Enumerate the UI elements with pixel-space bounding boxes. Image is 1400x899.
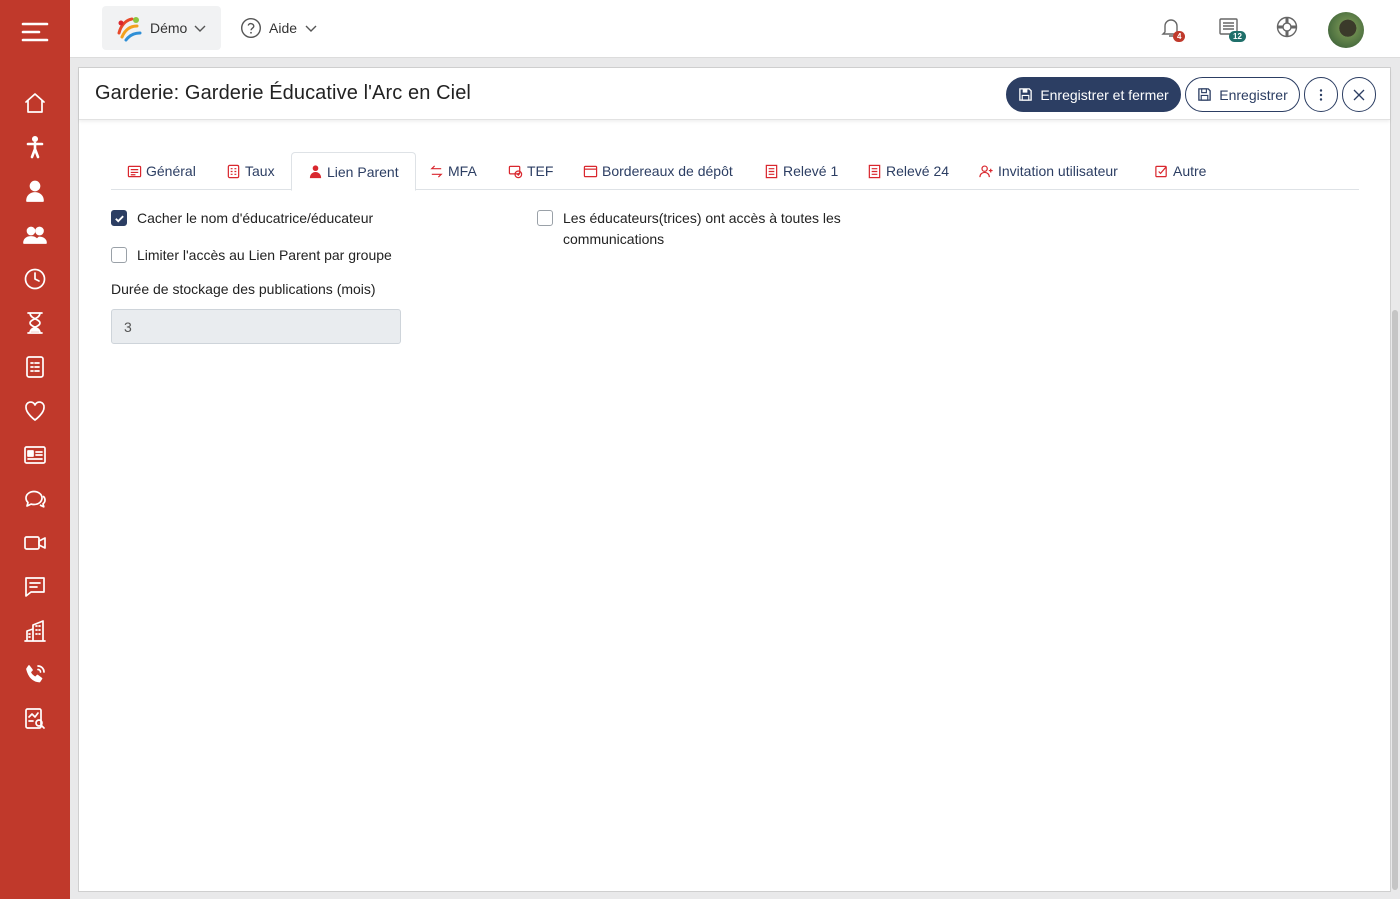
id-card-icon[interactable] bbox=[21, 441, 49, 469]
tab-mfa[interactable]: MFA bbox=[413, 152, 493, 190]
video-icon[interactable] bbox=[21, 529, 49, 557]
list-icon bbox=[765, 164, 778, 178]
child-icon[interactable] bbox=[21, 133, 49, 161]
notifications-badge: 4 bbox=[1173, 31, 1186, 42]
hide-educator-name-label: Cacher le nom d'éducatrice/éducateur bbox=[137, 210, 374, 226]
analytics-icon[interactable] bbox=[21, 705, 49, 733]
top-bar: Démo Aide 4 12 bbox=[70, 0, 1400, 58]
educators-access-label-line2: communications bbox=[563, 231, 665, 247]
hide-educator-name-option[interactable]: Cacher le nom d'éducatrice/éducateur bbox=[111, 208, 373, 229]
report-icon[interactable] bbox=[21, 353, 49, 381]
tab-other[interactable]: Autre bbox=[1138, 152, 1222, 190]
educators-access-label-line1: Les éducateurs(trices) ont accès à toute… bbox=[563, 210, 841, 226]
window-icon bbox=[583, 165, 598, 177]
more-options-button[interactable] bbox=[1304, 77, 1338, 112]
help-dropdown[interactable]: Aide bbox=[240, 6, 318, 50]
lifebuoy-icon bbox=[1276, 16, 1298, 38]
organization-name: Démo bbox=[150, 20, 188, 36]
user-plus-icon bbox=[979, 164, 993, 177]
swap-icon bbox=[430, 164, 443, 178]
limit-access-by-group-option[interactable]: Limiter l'accès au Lien Parent par group… bbox=[111, 245, 392, 266]
chat-icon[interactable] bbox=[21, 485, 49, 513]
hide-educator-name-checkbox[interactable] bbox=[111, 210, 127, 226]
tab-label: MFA bbox=[448, 163, 477, 179]
clock-icon[interactable] bbox=[21, 265, 49, 293]
tab-user-invitation[interactable]: Invitation utilisateur bbox=[963, 152, 1134, 190]
tab-tef[interactable]: TEF bbox=[492, 152, 569, 190]
save-and-close-label: Enregistrer et fermer bbox=[1040, 86, 1169, 103]
save-icon bbox=[1198, 88, 1212, 101]
kebab-menu-icon bbox=[1319, 88, 1323, 101]
close-icon bbox=[1353, 89, 1365, 100]
page-scrollbar[interactable] bbox=[1392, 310, 1398, 890]
educators-access-all-communications-checkbox[interactable] bbox=[537, 210, 553, 226]
tab-label: Bordereaux de dépôt bbox=[602, 163, 733, 179]
news-badge: 12 bbox=[1229, 31, 1246, 42]
user-avatar[interactable] bbox=[1328, 12, 1364, 48]
tab-label: Relevé 24 bbox=[886, 163, 950, 179]
limit-access-by-group-checkbox[interactable] bbox=[111, 247, 127, 263]
organization-logo-icon bbox=[117, 17, 142, 42]
tab-label: Invitation utilisateur bbox=[998, 163, 1118, 179]
notifications-button[interactable]: 4 bbox=[1159, 15, 1187, 43]
help-label: Aide bbox=[269, 20, 298, 36]
calculator-icon bbox=[227, 164, 240, 178]
dialog-header: Garderie: Garderie Éducative l'Arc en Ci… bbox=[79, 68, 1390, 120]
tab-label: Lien Parent bbox=[327, 163, 399, 180]
educators-access-all-communications-option[interactable]: Les éducateurs(trices) ont accès à toute… bbox=[537, 208, 841, 250]
tab-parent-link[interactable]: Lien Parent bbox=[291, 152, 416, 191]
tab-label: TEF bbox=[527, 163, 554, 179]
dialog-title: Garderie: Garderie Éducative l'Arc en Ci… bbox=[95, 82, 471, 104]
document-icon bbox=[127, 165, 142, 177]
tab-label: Autre bbox=[1173, 163, 1207, 179]
list-icon bbox=[868, 164, 881, 178]
save-icon bbox=[1019, 88, 1033, 101]
educators-access-all-communications-label: Les éducateurs(trices) ont accès à toute… bbox=[563, 208, 841, 250]
close-button[interactable] bbox=[1342, 77, 1376, 112]
tab-rates[interactable]: Taux bbox=[210, 152, 291, 190]
parent-icon bbox=[309, 165, 322, 179]
save-label: Enregistrer bbox=[1219, 86, 1288, 103]
question-circle-icon bbox=[240, 17, 262, 39]
organization-dropdown[interactable]: Démo bbox=[102, 6, 221, 50]
storage-duration-input[interactable] bbox=[111, 309, 401, 344]
message-icon[interactable] bbox=[21, 573, 49, 601]
storage-duration-label: Durée de stockage des publications (mois… bbox=[111, 281, 376, 297]
hourglass-icon[interactable] bbox=[21, 309, 49, 337]
sidebar bbox=[0, 0, 70, 899]
tab-releve-24[interactable]: Relevé 24 bbox=[851, 152, 965, 190]
tab-label: Général bbox=[146, 163, 196, 179]
tab-general[interactable]: Général bbox=[111, 152, 212, 190]
chevron-down-icon bbox=[194, 25, 206, 32]
home-icon[interactable] bbox=[21, 89, 49, 117]
save-button[interactable]: Enregistrer bbox=[1185, 77, 1300, 112]
hamburger-menu-icon[interactable] bbox=[20, 20, 50, 44]
tab-label: Taux bbox=[245, 163, 275, 179]
heart-icon[interactable] bbox=[21, 397, 49, 425]
limit-access-by-group-label: Limiter l'accès au Lien Parent par group… bbox=[137, 247, 392, 263]
building-icon[interactable] bbox=[21, 617, 49, 645]
bank-icon bbox=[508, 165, 523, 178]
check-square-icon bbox=[1155, 165, 1167, 177]
chevron-down-icon bbox=[305, 25, 317, 32]
tab-releve-1[interactable]: Relevé 1 bbox=[748, 152, 854, 190]
settings-tabs: Général Taux Lien Parent MFA TEF Bordere… bbox=[111, 152, 1359, 191]
checkmark-icon bbox=[114, 215, 124, 222]
daycare-settings-dialog: Garderie: Garderie Éducative l'Arc en Ci… bbox=[78, 67, 1391, 892]
phone-icon[interactable] bbox=[21, 661, 49, 689]
save-and-close-button[interactable]: Enregistrer et fermer bbox=[1006, 77, 1181, 112]
group-icon[interactable] bbox=[21, 221, 49, 249]
news-button[interactable]: 12 bbox=[1217, 15, 1246, 43]
support-button[interactable] bbox=[1275, 15, 1303, 43]
tab-label: Relevé 1 bbox=[783, 163, 839, 179]
tab-deposit-slips[interactable]: Bordereaux de dépôt bbox=[567, 152, 749, 190]
person-icon[interactable] bbox=[21, 177, 49, 205]
